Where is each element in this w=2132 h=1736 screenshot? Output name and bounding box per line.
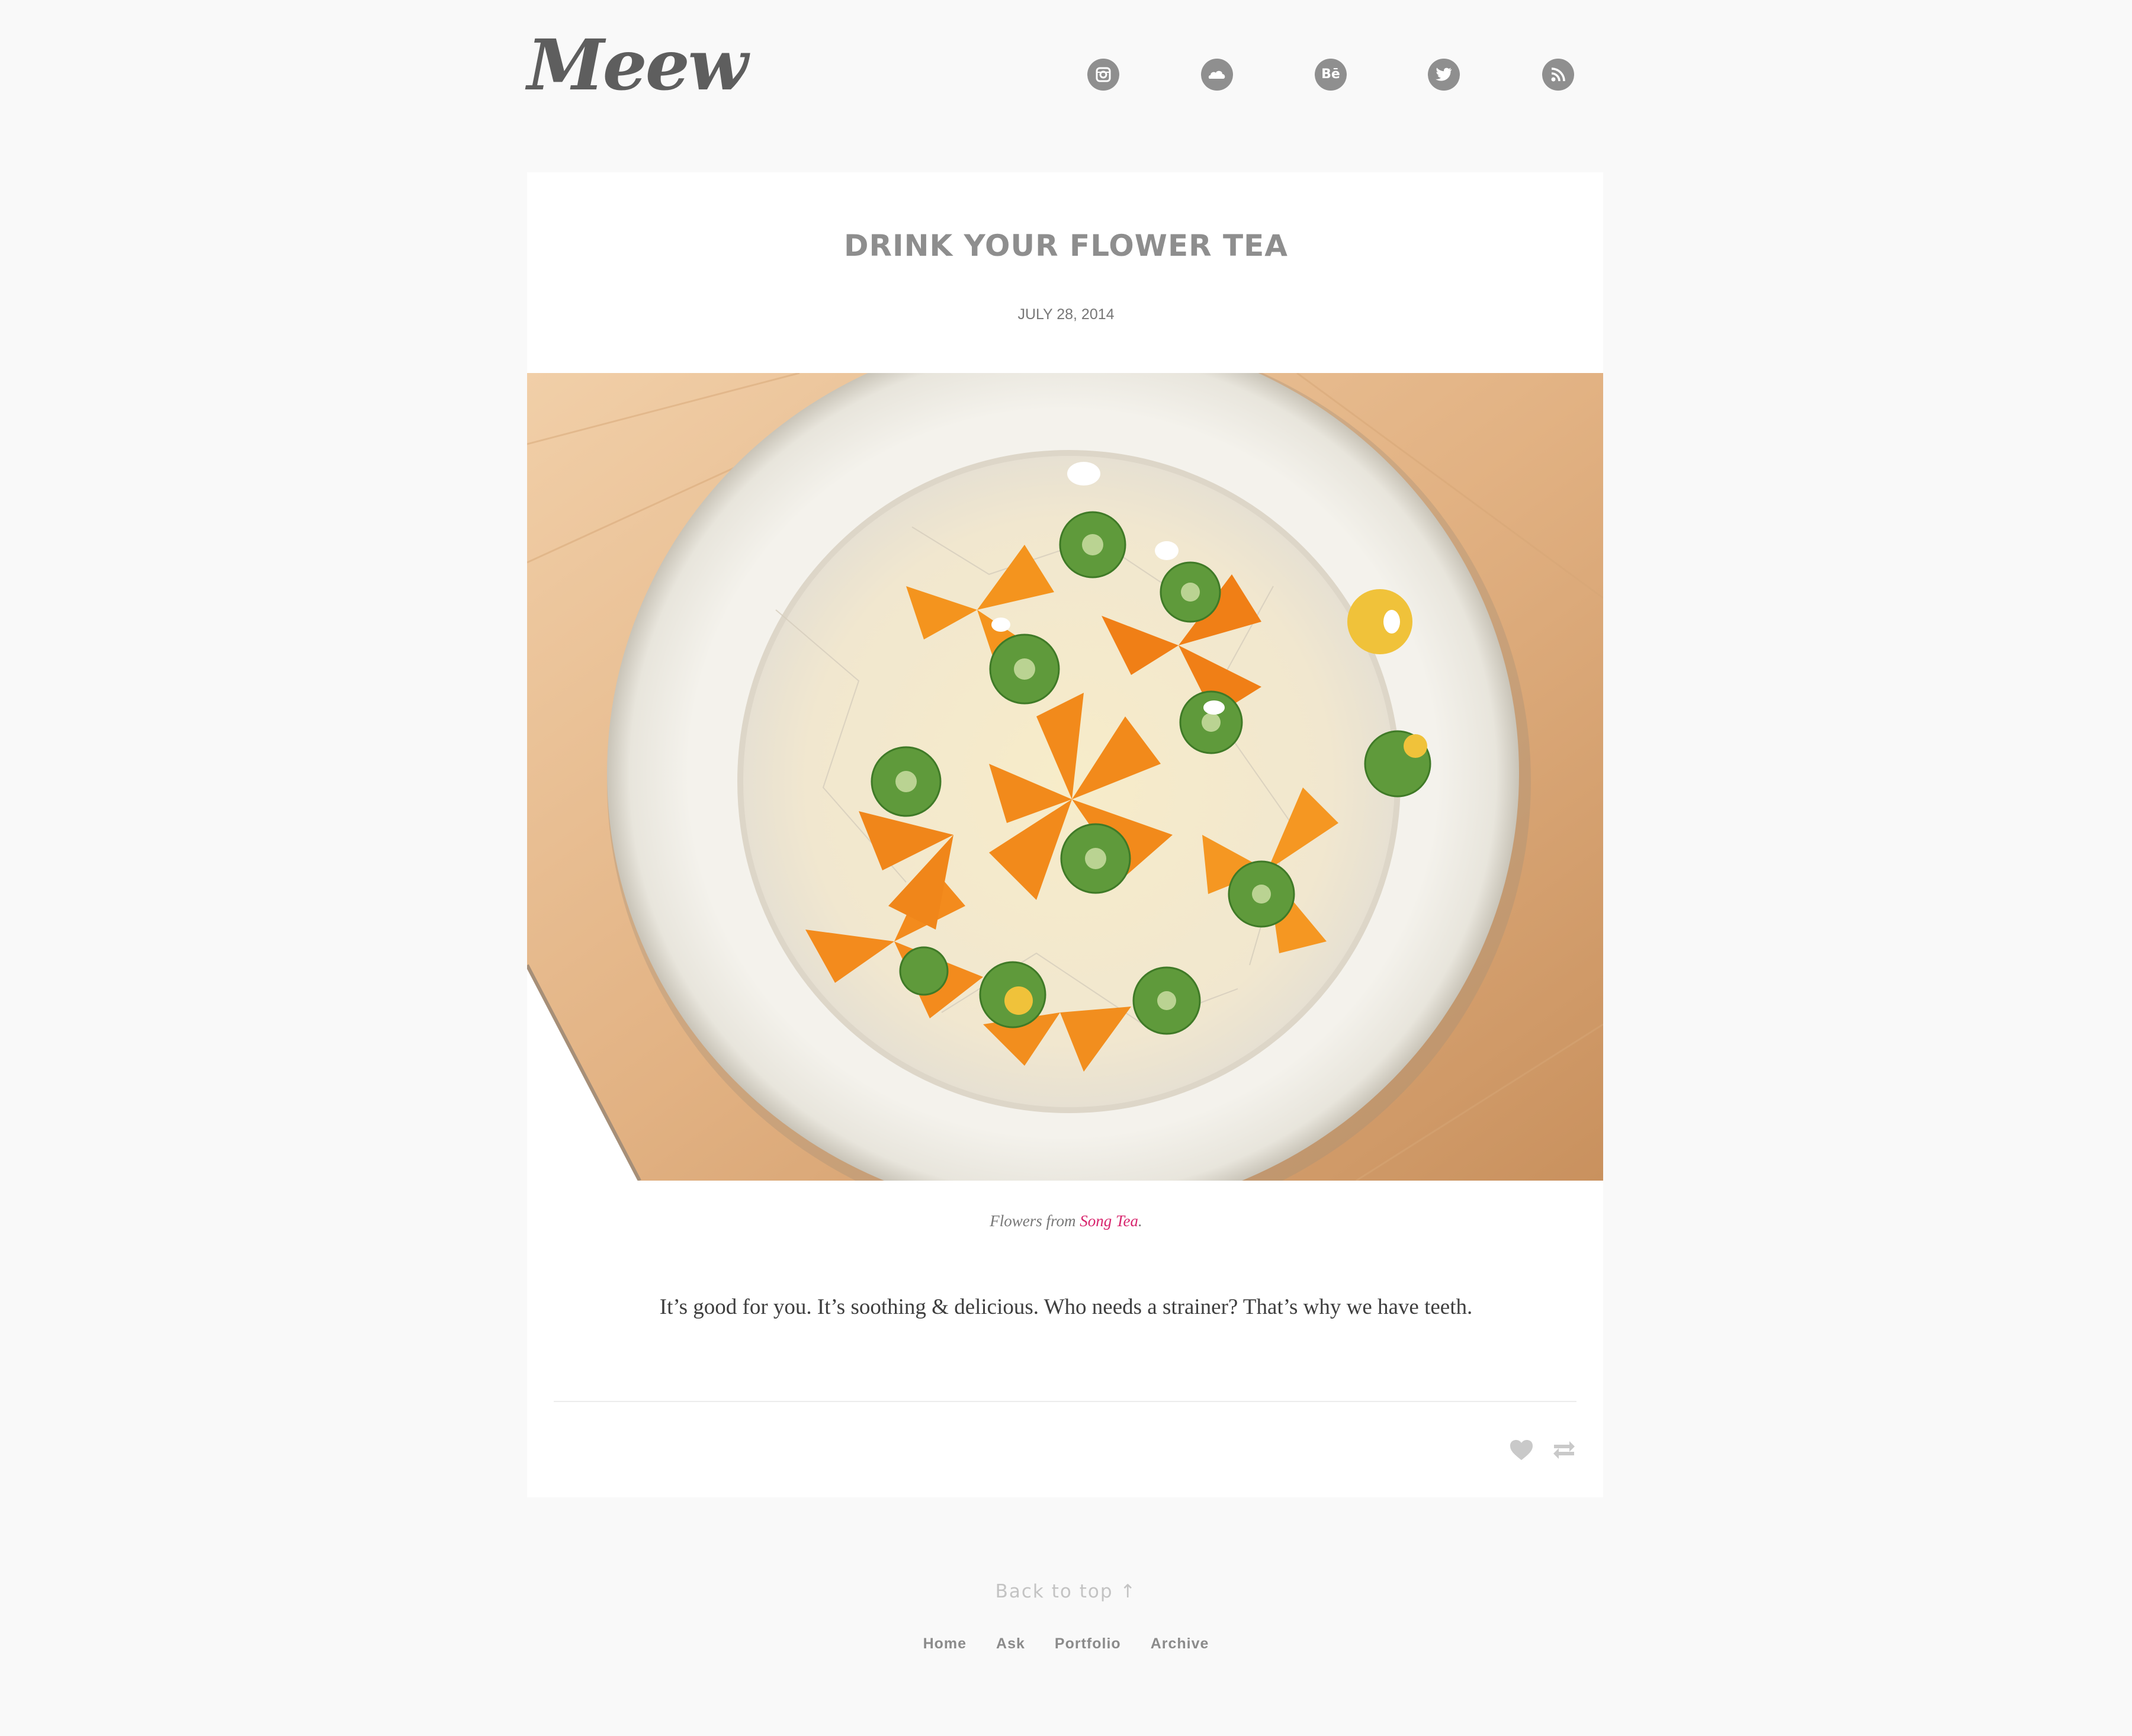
behance-icon[interactable]: Bē xyxy=(1315,59,1347,91)
behance-glyph: Bē xyxy=(1321,67,1340,82)
instagram-icon[interactable] xyxy=(1087,59,1119,91)
post-body: It’s good for you. It’s soothing & delic… xyxy=(659,1295,1473,1319)
footer-link-portfolio[interactable]: Portfolio xyxy=(1055,1632,1121,1655)
back-to-top: Back to top ↑ xyxy=(0,1577,2132,1606)
photo-caption: Flowers from Song Tea. xyxy=(0,1209,2132,1233)
caption-suffix: . xyxy=(1138,1212,1142,1230)
heart-icon[interactable] xyxy=(1507,1437,1536,1463)
caption-link[interactable]: Song Tea xyxy=(1080,1212,1138,1230)
post-date[interactable]: JULY 28, 2014 xyxy=(0,304,2132,324)
soundcloud-icon[interactable] xyxy=(1201,59,1233,91)
arrow-up-icon: ↑ xyxy=(1120,1581,1137,1602)
social-links: Bē xyxy=(0,59,2132,92)
footer-link-home[interactable]: Home xyxy=(923,1632,967,1655)
post-title[interactable]: DRINK YOUR FLOWER TEA xyxy=(0,225,2132,266)
footer-nav: Home Ask Portfolio Archive xyxy=(0,1632,2132,1655)
footer-link-ask[interactable]: Ask xyxy=(996,1632,1025,1655)
post-divider xyxy=(554,1401,1576,1402)
reblog-icon[interactable] xyxy=(1550,1437,1578,1463)
page: Meew Bē DRINK YOUR FLOWER TEA JULY 28, 2… xyxy=(0,0,2132,1736)
rss-icon[interactable] xyxy=(1542,59,1574,91)
back-to-top-label: Back to top xyxy=(995,1581,1113,1602)
footer-link-archive[interactable]: Archive xyxy=(1151,1632,1209,1655)
back-to-top-link[interactable]: Back to top ↑ xyxy=(996,1581,1137,1602)
photo-flower-tea-bowl xyxy=(527,373,1603,1181)
twitter-icon[interactable] xyxy=(1428,59,1460,91)
post-photo[interactable] xyxy=(527,373,1603,1181)
caption-prefix: Flowers from xyxy=(990,1212,1076,1230)
